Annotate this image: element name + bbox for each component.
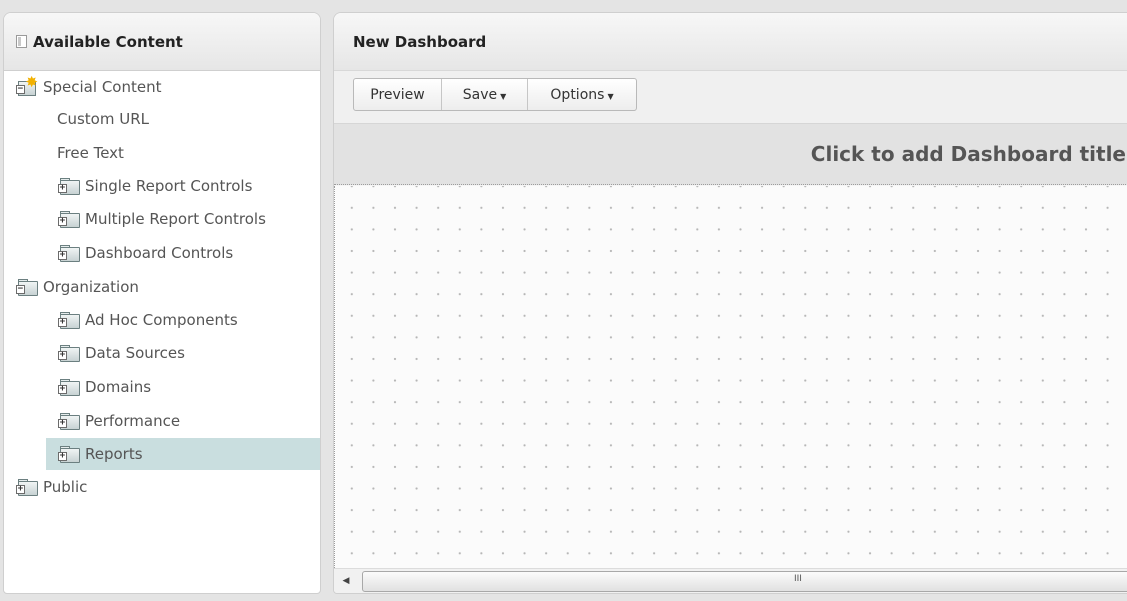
- horizontal-scrollbar[interactable]: ◀ III: [334, 568, 1127, 593]
- available-content-header: Available Content: [4, 13, 320, 71]
- save-button[interactable]: Save ▼: [442, 79, 528, 110]
- collapsed-folder-icon[interactable]: +: [58, 378, 80, 396]
- scrollbar-thumb[interactable]: III: [362, 571, 1127, 592]
- tree-item-special-content[interactable]: ✸ − Special Content: [4, 71, 320, 103]
- tree-item-multiple-report-controls[interactable]: + Multiple Report Controls: [4, 203, 320, 235]
- tree-item-label: Multiple Report Controls: [85, 210, 266, 228]
- tree-item-label: Custom URL: [57, 110, 149, 128]
- tree-item-free-text[interactable]: Free Text: [4, 137, 320, 169]
- dashboard-toolbar: Preview Save ▼ Options ▼: [353, 78, 637, 111]
- tree-item-label: Data Sources: [85, 344, 185, 362]
- tree-item-label: Performance: [85, 412, 181, 430]
- tree-item-label: Reports: [85, 445, 143, 463]
- tree-item-reports[interactable]: + Reports: [46, 438, 320, 470]
- collapsed-folder-icon[interactable]: +: [58, 445, 80, 463]
- tree-item-label: Special Content: [43, 78, 162, 96]
- tree-item-domains[interactable]: + Domains: [4, 371, 320, 403]
- tree-item-label: Organization: [43, 278, 139, 296]
- options-dropdown-caret-icon: ▼: [607, 92, 614, 101]
- options-button-label: Options: [550, 86, 605, 103]
- dashboard-designer-panel: New Dashboard Preview Save ▼ Options ▼ C…: [333, 12, 1127, 594]
- preview-button-label: Preview: [370, 86, 425, 103]
- tree-item-data-sources[interactable]: + Data Sources: [4, 337, 320, 369]
- tree-item-label: Single Report Controls: [85, 177, 253, 195]
- preview-button[interactable]: Preview: [354, 79, 442, 110]
- collapsed-folder-icon[interactable]: +: [58, 244, 80, 262]
- collapsed-folder-icon[interactable]: +: [58, 412, 80, 430]
- tree-item-dashboard-controls[interactable]: + Dashboard Controls: [4, 237, 320, 269]
- tree-item-label: Public: [43, 478, 88, 496]
- tree-item-label: Ad Hoc Components: [85, 311, 238, 329]
- collapsed-folder-icon[interactable]: +: [58, 210, 80, 228]
- tree-item-custom-url[interactable]: Custom URL: [4, 103, 320, 135]
- collapsed-folder-icon[interactable]: +: [58, 344, 80, 362]
- tree-item-label: Domains: [85, 378, 152, 396]
- dashboard-title-placeholder[interactable]: Click to add Dashboard title: [811, 142, 1126, 166]
- dashboard-header: New Dashboard: [334, 13, 1127, 71]
- dashboard-title-bar[interactable]: Click to add Dashboard title: [334, 124, 1127, 185]
- tree-item-organization[interactable]: − Organization: [4, 271, 320, 303]
- scroll-left-arrow-icon[interactable]: ◀: [336, 571, 356, 591]
- tree-item-public[interactable]: + Public: [4, 471, 320, 503]
- available-content-title: Available Content: [33, 32, 183, 51]
- save-button-label: Save: [462, 86, 498, 103]
- scrollbar-grip-icon: III: [794, 574, 802, 584]
- tree-item-label: Free Text: [57, 144, 124, 162]
- save-dropdown-caret-icon: ▼: [500, 92, 507, 101]
- tree-item-performance[interactable]: + Performance: [4, 405, 320, 437]
- available-content-panel: Available Content ✸ − Special Content Cus…: [3, 12, 321, 594]
- tree-item-single-report-controls[interactable]: + Single Report Controls: [4, 170, 320, 202]
- tree-item-ad-hoc-components[interactable]: + Ad Hoc Components: [4, 304, 320, 336]
- dashboard-canvas-grid[interactable]: [334, 186, 1127, 568]
- special-content-folder-icon[interactable]: ✸ −: [16, 75, 38, 96]
- options-button[interactable]: Options ▼: [528, 79, 636, 110]
- collapsed-folder-icon[interactable]: +: [58, 177, 80, 195]
- panel-toggle-icon[interactable]: [16, 35, 27, 48]
- toolbar-row: Preview Save ▼ Options ▼: [334, 71, 1127, 124]
- tree-item-label: Dashboard Controls: [85, 244, 234, 262]
- collapsed-folder-icon[interactable]: +: [58, 311, 80, 329]
- collapsed-folder-icon[interactable]: +: [16, 478, 38, 496]
- dashboard-name: New Dashboard: [353, 32, 487, 51]
- expanded-folder-icon[interactable]: −: [16, 278, 38, 296]
